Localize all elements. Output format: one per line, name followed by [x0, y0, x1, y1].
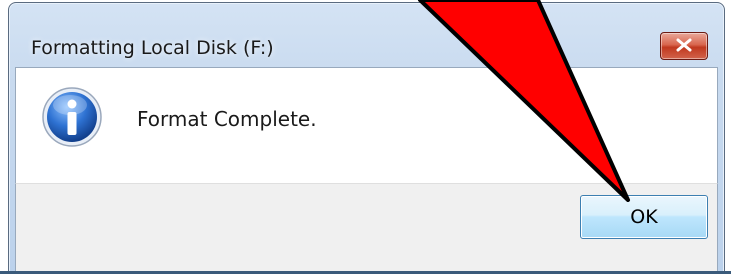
dialog-title: Formatting Local Disk (F:) [31, 37, 274, 59]
close-button[interactable] [660, 32, 708, 60]
dialog-message: Format Complete. [137, 107, 317, 131]
dialog-footer: OK [15, 183, 718, 273]
close-icon [676, 38, 692, 52]
ok-button[interactable]: OK [580, 195, 708, 239]
dialog-window: Formatting Local Disk (F:) Format Comple… [8, 2, 725, 274]
dialog-content: Format Complete. [15, 67, 718, 183]
info-icon [42, 87, 102, 147]
